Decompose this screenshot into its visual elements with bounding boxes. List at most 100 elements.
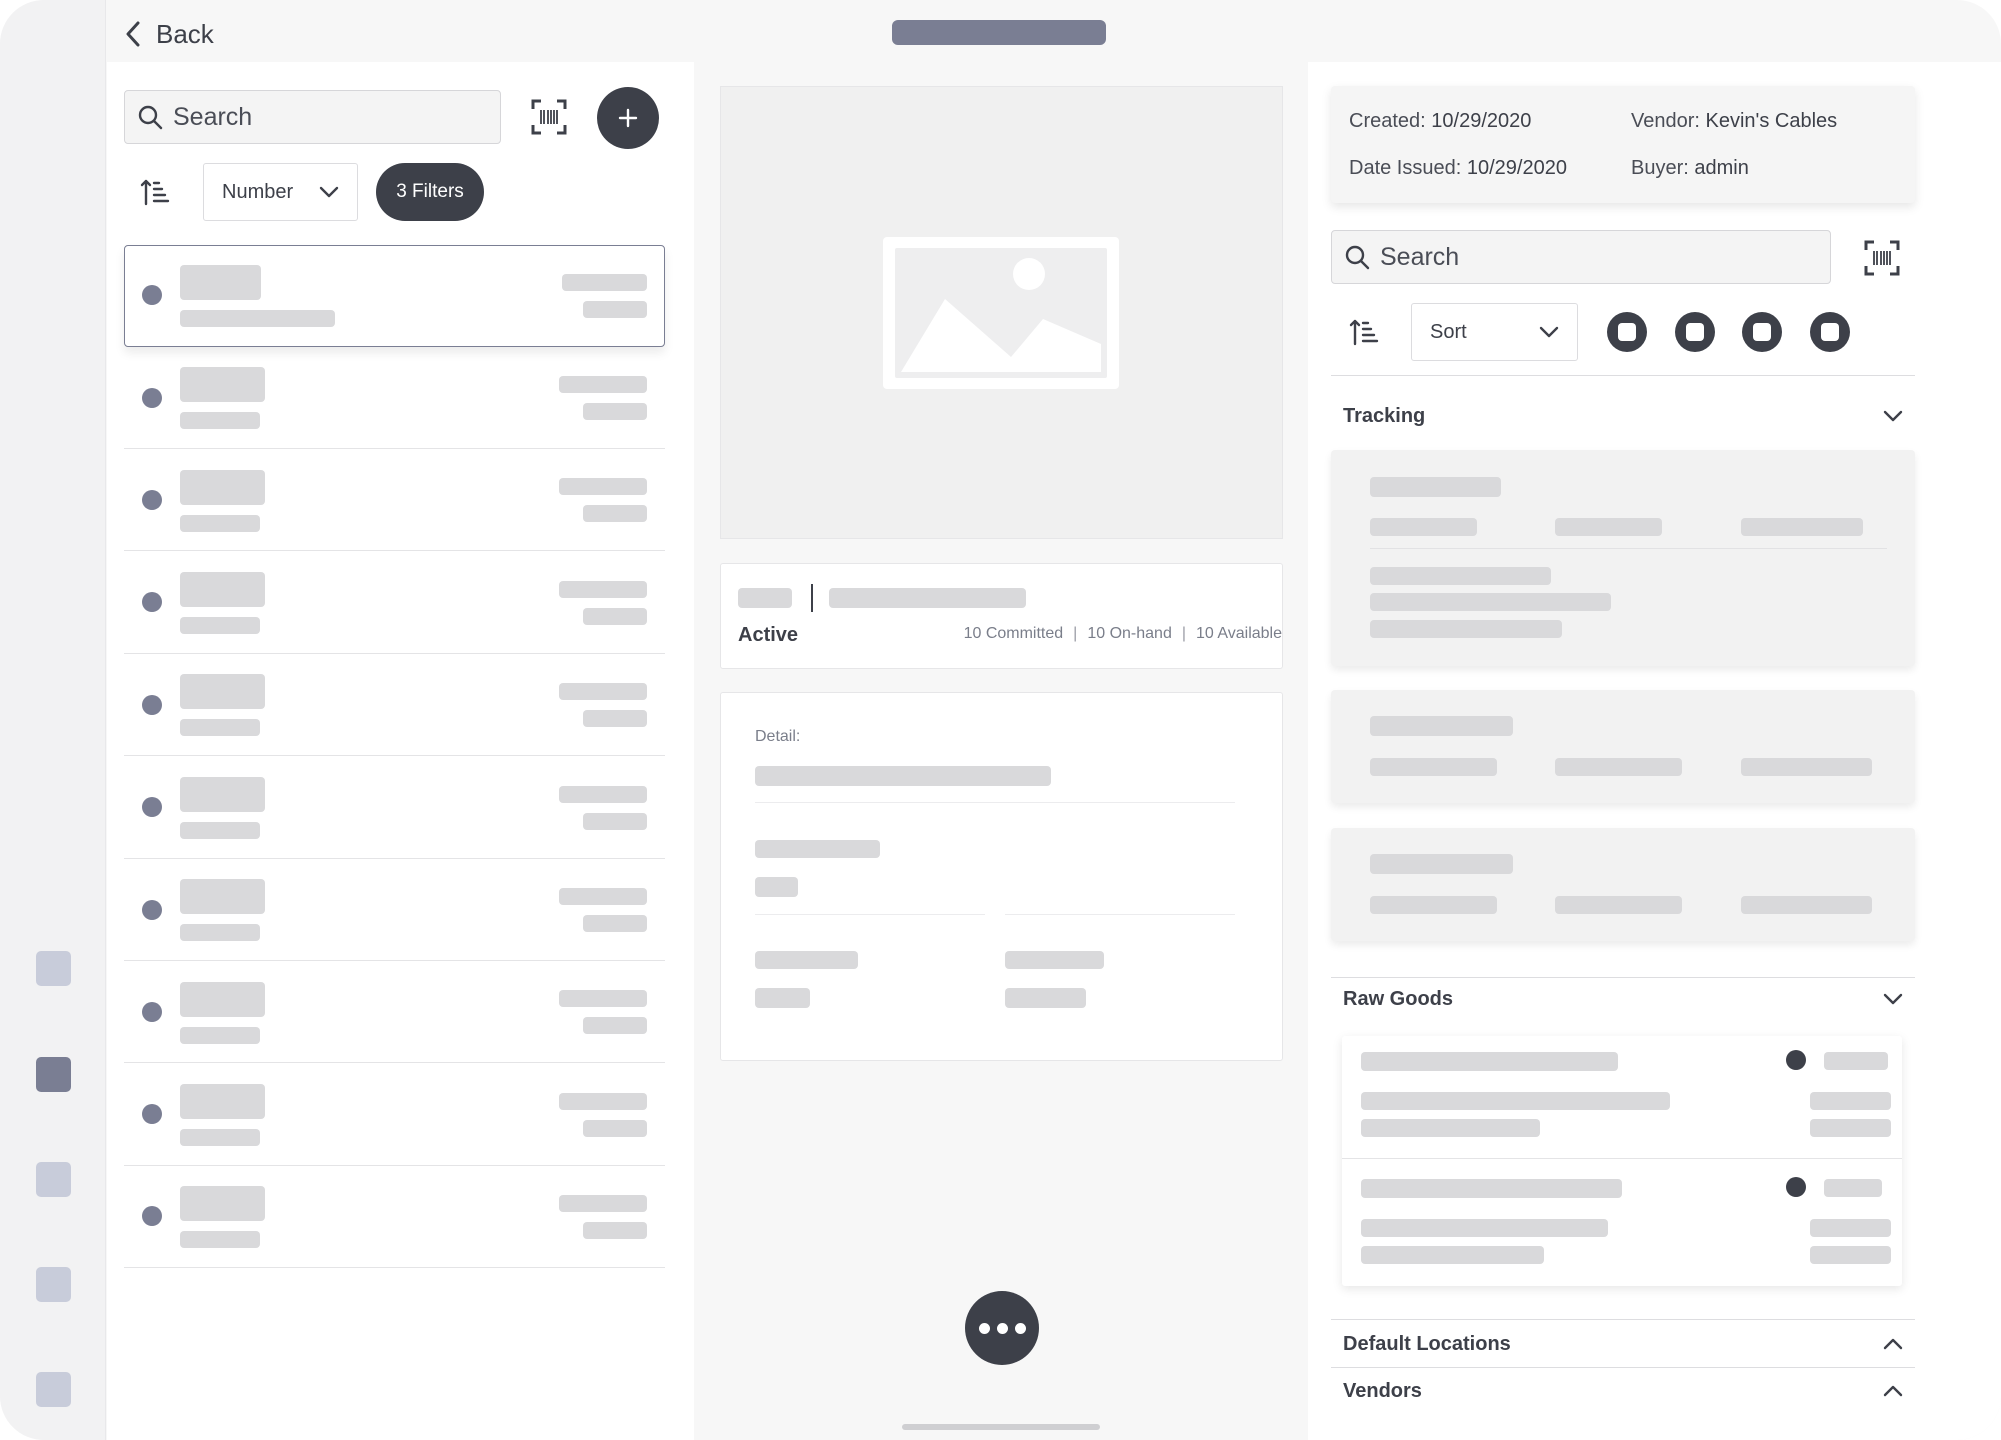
sort-order-button[interactable] xyxy=(138,175,172,209)
created-date: Created: 10/29/2020 xyxy=(1349,110,1531,133)
more-dot xyxy=(1014,1322,1026,1334)
barcode-scan-button[interactable] xyxy=(528,96,570,138)
item-status: Active xyxy=(738,624,799,646)
available-count: 10 Available xyxy=(1196,625,1282,642)
skeleton-line xyxy=(180,1027,260,1044)
section-default-locations[interactable]: Default Locations xyxy=(1331,1328,1915,1360)
skeleton-line xyxy=(1361,1246,1544,1264)
nav-item-5[interactable] xyxy=(36,1372,71,1407)
skeleton-line xyxy=(1370,518,1477,536)
order-search-field[interactable] xyxy=(1331,230,1831,284)
section-vendors[interactable]: Vendors xyxy=(1331,1375,1915,1407)
skeleton-line xyxy=(755,766,1051,786)
raw-good-status-dot xyxy=(1786,1050,1806,1070)
action-button-2[interactable] xyxy=(1675,312,1715,352)
skeleton-line xyxy=(180,1231,260,1248)
skeleton-line xyxy=(1555,758,1682,776)
skeleton-line xyxy=(583,1222,647,1239)
skeleton-line xyxy=(1810,1246,1891,1264)
skeleton-line xyxy=(829,588,1026,608)
skeleton-line xyxy=(180,719,260,736)
skeleton-line xyxy=(180,412,260,429)
skeleton-line xyxy=(1810,1119,1891,1137)
skeleton-line xyxy=(583,710,647,727)
list-item-status-dot xyxy=(142,592,162,612)
barcode-scan-icon xyxy=(531,99,567,135)
section-vendors-label: Vendors xyxy=(1343,1379,1422,1402)
skeleton-line xyxy=(559,683,647,700)
chevron-down-icon xyxy=(1883,993,1903,1005)
vendor: Vendor: Kevin's Cables xyxy=(1631,110,1837,133)
nav-item-1[interactable] xyxy=(36,951,71,986)
section-tracking[interactable]: Tracking xyxy=(1331,400,1915,432)
skeleton-line xyxy=(1370,854,1513,874)
filters-button[interactable]: 3 Filters xyxy=(376,163,484,221)
order-sort-dropdown[interactable]: Sort xyxy=(1411,303,1578,361)
order-barcode-scan-button[interactable] xyxy=(1861,237,1903,279)
buyer-label: Buyer: xyxy=(1631,157,1689,179)
plus-icon xyxy=(618,108,638,128)
skeleton-line xyxy=(1005,988,1086,1008)
more-dot xyxy=(996,1322,1008,1334)
section-raw-goods[interactable]: Raw Goods xyxy=(1331,983,1915,1015)
action-button-4[interactable] xyxy=(1810,312,1850,352)
committed-count: 10 Committed xyxy=(963,625,1064,642)
skeleton-line xyxy=(559,888,647,905)
skeleton-line xyxy=(180,1129,260,1146)
skeleton-block xyxy=(180,367,265,402)
list-search-input[interactable] xyxy=(173,102,500,132)
list-search-field[interactable] xyxy=(124,90,501,144)
nav-item-4[interactable] xyxy=(36,1267,71,1302)
search-icon xyxy=(138,105,163,130)
chevron-up-icon xyxy=(1883,1338,1903,1350)
skeleton-block xyxy=(180,470,265,505)
skeleton-line xyxy=(1741,758,1872,776)
section-tracking-label: Tracking xyxy=(1343,404,1426,427)
order-sort-order-button[interactable] xyxy=(1347,315,1381,349)
skeleton-block xyxy=(180,982,265,1017)
add-item-button[interactable] xyxy=(597,87,659,149)
skeleton-block xyxy=(180,1084,265,1119)
skeleton-line xyxy=(583,1120,647,1137)
skeleton-line xyxy=(180,617,260,634)
page-title-placeholder xyxy=(892,20,1106,45)
skeleton-line xyxy=(1361,1092,1670,1110)
stock-separator: | xyxy=(1181,625,1186,642)
filters-label: 3 Filters xyxy=(396,181,464,202)
tracking-card[interactable] xyxy=(1331,690,1915,803)
list-item-status-dot xyxy=(142,1104,162,1124)
order-meta-card xyxy=(1331,86,1915,203)
buyer: Buyer: admin xyxy=(1631,157,1749,180)
nav-item-2-active[interactable] xyxy=(36,1057,71,1092)
sort-field-dropdown[interactable]: Number xyxy=(203,163,358,221)
action-button-1[interactable] xyxy=(1607,312,1647,352)
skeleton-line xyxy=(1361,1052,1618,1071)
issued-value: 10/29/2020 xyxy=(1466,157,1567,179)
square-icon xyxy=(1686,323,1704,341)
action-button-3[interactable] xyxy=(1742,312,1782,352)
skeleton-line xyxy=(755,988,810,1008)
skeleton-line xyxy=(1370,567,1551,585)
skeleton-block xyxy=(180,572,265,607)
tracking-card[interactable] xyxy=(1331,828,1915,941)
home-indicator xyxy=(902,1424,1100,1430)
order-search-input[interactable] xyxy=(1380,242,1830,272)
back-button[interactable]: Back xyxy=(124,14,214,54)
skeleton-line xyxy=(559,990,647,1007)
list-item-status-dot xyxy=(142,1206,162,1226)
chevron-up-icon xyxy=(1883,1385,1903,1397)
created-label: Created: xyxy=(1349,110,1426,132)
skeleton-line xyxy=(1741,518,1863,536)
more-actions-button[interactable] xyxy=(965,1291,1039,1365)
back-label: Back xyxy=(156,18,214,49)
skeleton-line xyxy=(1370,758,1497,776)
skeleton-line xyxy=(180,310,335,327)
sort-field-value: Number xyxy=(222,180,294,203)
skeleton-line xyxy=(1370,620,1562,638)
barcode-scan-icon xyxy=(1864,240,1900,276)
skeleton-line xyxy=(180,924,260,941)
issued-label: Date Issued: xyxy=(1349,157,1462,179)
chevron-down-icon xyxy=(319,186,339,198)
nav-item-3[interactable] xyxy=(36,1162,71,1197)
skeleton-line xyxy=(583,1017,647,1034)
